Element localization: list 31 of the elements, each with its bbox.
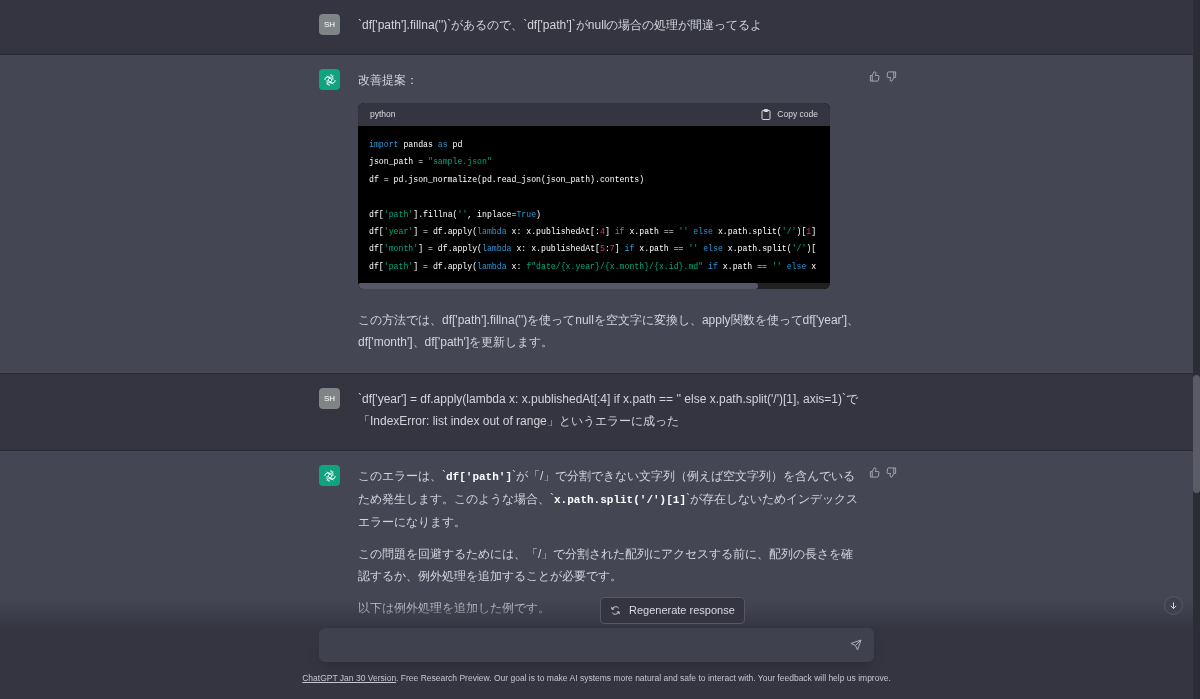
code-line: df = pd.json_normalize(pd.read_json(json_path).contents) [369, 173, 645, 186]
code-line: import pandas as pd [369, 139, 463, 151]
copy-code-button[interactable]: Copy code [761, 108, 818, 121]
code-language: python [370, 108, 396, 121]
regenerate-button[interactable]: Regenerate response [600, 597, 745, 624]
message-text: 改善提案： [358, 72, 418, 89]
message-text: 以下は例外処理を追加した例です。 [358, 600, 550, 618]
horizontal-scrollbar[interactable] [358, 283, 758, 290]
message-text: この問題を回避するためには、「/」で分割された配列にアクセスする前に、配列の長さを確認するか、例外処理を追加することが必要です。 [358, 546, 855, 586]
message-text: `df['year'] = df.apply(lambda x: x.publishedAt[:4] if x.path == '' else x.path.split('/')[1], axis=1)`で「IndexError: list index out of range」というエラーに成った [358, 391, 859, 431]
message-text: `df['path'].fillna('')`があるので、`df['path']`がnullの場合の処理が間違ってるよ [358, 17, 763, 34]
arrow-down-icon [1169, 601, 1178, 610]
clipboard-icon [761, 109, 772, 120]
thumbs-up-icon[interactable] [869, 467, 880, 479]
code-line: df['path'] = df.apply(lambda x: f"date/{x.year}/{x.month}/{x.id}.md" if x.path == '' else x [369, 260, 817, 273]
code-line: df['path'].fillna('', inplace=True) [369, 208, 541, 221]
footer-text: ChatGPT Jan 30 Version. Free Research Preview. Our goal is to make AI systems more natural and safe to interact with. Your feedback will help us improve. [302, 672, 891, 685]
thumbs-up-icon[interactable] [869, 71, 880, 82]
send-icon[interactable] [850, 639, 862, 651]
message-text: このエラーは、`df['path']`が「/」で分割できない文字列（例えば空文字列）を含んでいるため発生します。このような場合、`x.path.split('/')[1]`が存在しないためインデックスエラーになります。 [358, 468, 860, 532]
user-avatar: SH [319, 388, 340, 410]
refresh-icon [610, 605, 621, 616]
user-avatar: SH [319, 14, 340, 35]
message-input[interactable] [319, 628, 874, 662]
thumbs-down-icon[interactable] [886, 71, 897, 82]
thumbs-down-icon[interactable] [886, 467, 897, 479]
code-line: json_path = "sample.json" [369, 156, 492, 169]
scrollbar-thumb[interactable] [1193, 375, 1200, 493]
message-text: この方法では、df['path'].fillna('')を使ってnullを空文字に変換し、apply関数を使ってdf['year']、df['month']、df['path']を更新します。 [358, 312, 861, 352]
code-line: df['month'] = df.apply(lambda x: x.publishedAt[5:7] if x.path == '' else x.path.split('/')[ [369, 243, 817, 256]
code-line: df['year'] = df.apply(lambda x: x.publishedAt[:4] if x.path == '' else x.path.split('/')[1] [369, 225, 817, 238]
